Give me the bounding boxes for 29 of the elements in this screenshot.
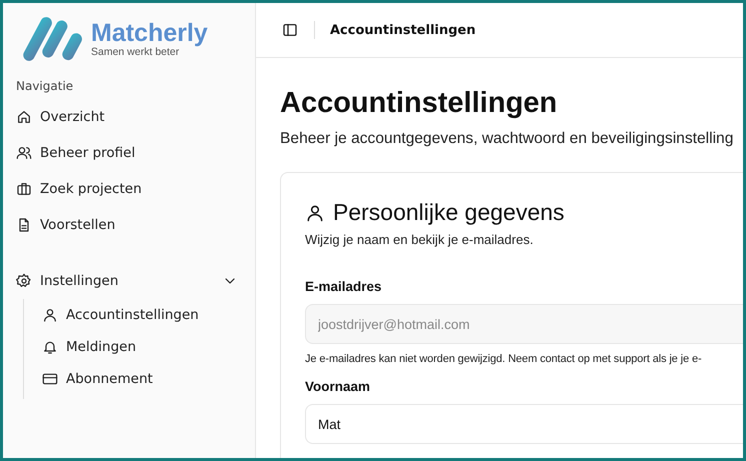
nav-subitem[interactable]: Meldingen (41, 331, 242, 363)
nav-subitem[interactable]: Accountinstellingen (41, 299, 242, 331)
page-title: Accountinstellingen (280, 86, 558, 120)
field-label: Voornaam (305, 379, 372, 394)
input-field[interactable]: Mat (305, 404, 743, 444)
tagline: Samen werkt beter (91, 46, 180, 58)
settings-group-item[interactable]: Instellingen (15, 263, 242, 299)
brand-name: Matcherly (91, 20, 208, 46)
page-subtitle: Beheer je accountgegevens, wachtwoord en beveiligingsinstelling (280, 130, 734, 148)
nav-subitem[interactable]: Abonnement (41, 363, 242, 395)
section-label: Navigatie (16, 79, 74, 93)
bell-icon (42, 339, 58, 355)
card-description: Wijzig je naam en bekijk je e-mailadres. (305, 232, 534, 247)
nav-item[interactable]: Voorstellen (15, 207, 242, 243)
sidebar-toggle-icon[interactable] (282, 22, 298, 38)
field-label: E-mailadres (305, 279, 383, 294)
field-hint: Je e-mailadres kan niet worden gewijzigd. Neem contact op met support als je je e- (305, 353, 703, 365)
briefcase-icon (16, 181, 32, 197)
user-icon (305, 202, 325, 222)
users-icon (16, 145, 32, 161)
user-icon (42, 307, 58, 323)
breadcrumb: Accountinstellingen (330, 22, 476, 38)
card-title: Persoonlijke gegevens (333, 199, 564, 226)
nav-item[interactable]: Beheer profiel (15, 135, 242, 171)
gear-icon (16, 273, 32, 289)
home-icon (16, 109, 32, 125)
nav-item[interactable]: Zoek projecten (15, 171, 242, 207)
nav-item[interactable]: Overzicht (15, 99, 242, 135)
credit-card-icon (42, 371, 58, 387)
